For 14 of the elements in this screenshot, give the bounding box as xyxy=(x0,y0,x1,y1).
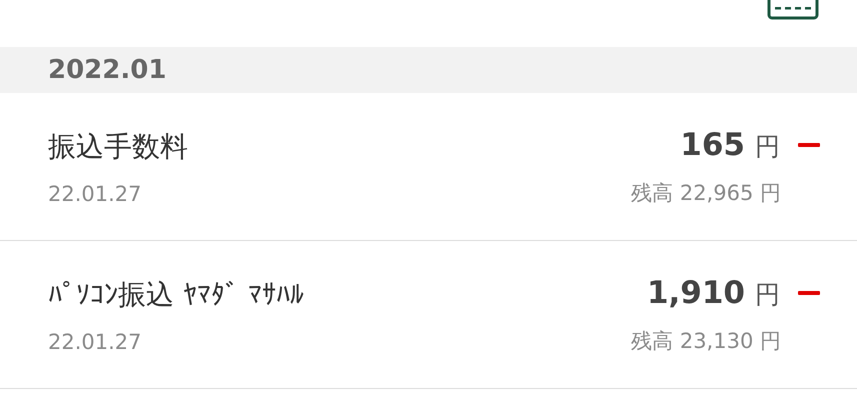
amount: 165 xyxy=(680,126,745,162)
transaction-date: 22.01.27 xyxy=(48,330,142,354)
amount: 1,910 xyxy=(646,274,745,310)
transaction-row[interactable]: ﾊﾟｿｺﾝ振込 ﾔﾏﾀﾞ ﾏｻﾊﾙ 22.01.27 1,910 円 残高 23,130 円 xyxy=(0,241,857,389)
balance: 残高 23,130 円 xyxy=(631,328,781,352)
balance: 残高 22,965 円 xyxy=(631,180,781,204)
calendar-icon[interactable] xyxy=(767,0,819,20)
transaction-title: ﾊﾟｿｺﾝ振込 ﾔﾏﾀﾞ ﾏｻﾊﾙ xyxy=(48,276,304,312)
transaction-row[interactable]: 振込手数料 22.01.27 165 円 残高 22,965 円 xyxy=(0,93,857,241)
transaction-title: 振込手数料 xyxy=(48,128,188,164)
currency-label: 円 xyxy=(755,130,780,162)
month-label: 2022.01 xyxy=(48,55,166,85)
transaction-date: 22.01.27 xyxy=(48,182,142,206)
currency-label: 円 xyxy=(755,278,780,310)
